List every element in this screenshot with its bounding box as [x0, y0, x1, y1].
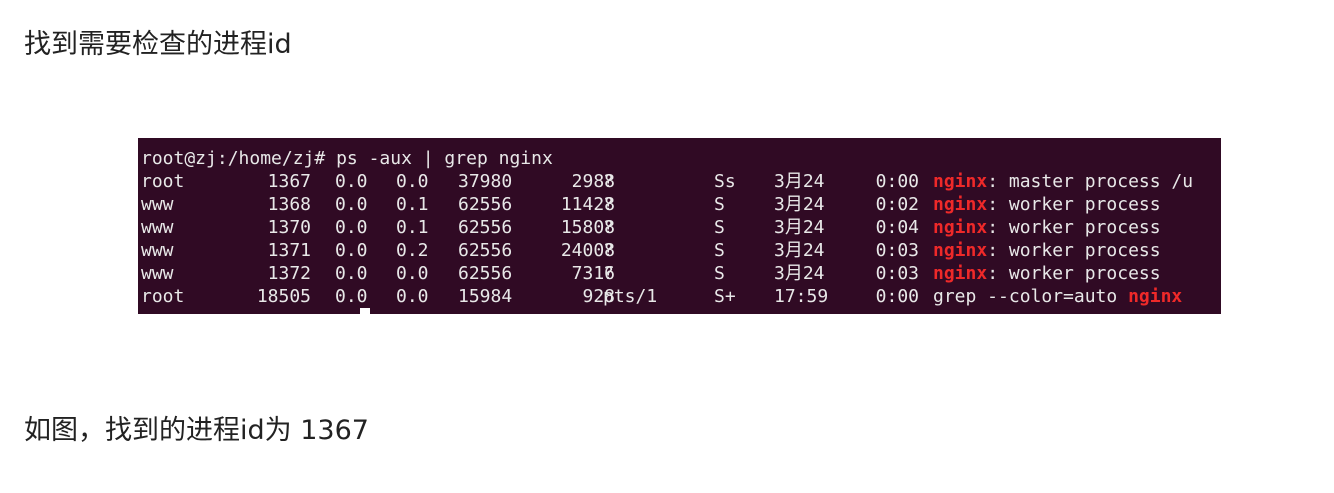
process-cpu: 0.0 — [335, 194, 368, 215]
process-command-match: nginx — [933, 240, 988, 261]
process-start: 3月24 — [774, 171, 825, 192]
process-time: 0:03 — [875, 240, 919, 261]
process-command-suffix: : master process /u — [987, 171, 1194, 192]
process-start: 3月24 — [774, 194, 825, 215]
terminal-screenshot: root@zj:/home/zj# ps -aux | grep nginx r… — [138, 138, 1221, 314]
process-command-prefix: grep --color=auto — [933, 286, 1129, 307]
process-command-suffix: : worker process — [987, 194, 1161, 215]
process-tty: ? — [603, 240, 614, 261]
process-user: root — [141, 171, 185, 192]
process-cpu: 0.0 — [335, 263, 368, 284]
process-mem: 0.0 — [396, 263, 429, 284]
process-command-match: nginx — [933, 171, 988, 192]
process-start: 17:59 — [774, 286, 829, 307]
page-caption: 如图，找到的进程id为 1367 — [24, 415, 369, 446]
process-mem: 0.2 — [396, 240, 429, 261]
process-user: root — [141, 286, 185, 307]
process-pid: 1370 — [267, 217, 311, 238]
process-stat: S — [714, 194, 725, 215]
process-time: 0:02 — [875, 194, 919, 215]
process-start: 3月24 — [774, 217, 825, 238]
process-user: www — [141, 217, 174, 238]
process-stat: Ss — [714, 171, 736, 192]
process-mem: 0.0 — [396, 286, 429, 307]
process-command: nginx: worker process — [933, 262, 1161, 285]
process-vsz: 62556 — [458, 240, 513, 261]
process-tty: pts/1 — [603, 286, 658, 307]
process-command-suffix: : worker process — [987, 240, 1161, 261]
process-row: www 1368 0.0 0.1 62556 11428? S 3月24 0:02 nginx: … — [138, 193, 1221, 216]
process-tty: ? — [603, 217, 614, 238]
process-pid: 1367 — [267, 171, 311, 192]
process-row: www 1372 0.0 0.0 62556 7316? S 3月24 0:03 nginx: w… — [138, 262, 1221, 285]
process-time: 0:00 — [875, 171, 919, 192]
process-tty: ? — [603, 263, 614, 284]
process-user: www — [141, 194, 174, 215]
process-command-suffix: : worker process — [987, 263, 1161, 284]
process-pid: 1372 — [267, 263, 311, 284]
process-command-suffix: : worker process — [987, 217, 1161, 238]
process-command-match: nginx — [933, 194, 988, 215]
process-row: root 18505 0.0 0.0 15984 928 pts/1 S+ 17:59 0:00 g… — [138, 285, 1221, 308]
terminal-command-line: root@zj:/home/zj# ps -aux | grep nginx — [141, 148, 553, 169]
process-mem: 0.0 — [396, 171, 429, 192]
process-row: www 1371 0.0 0.2 62556 24008? S 3月24 0:03 nginx: … — [138, 239, 1221, 262]
process-user: www — [141, 240, 174, 261]
process-stat: S — [714, 217, 725, 238]
process-stat: S — [714, 240, 725, 261]
process-time: 0:04 — [875, 217, 919, 238]
process-cpu: 0.0 — [335, 286, 368, 307]
process-tty: ? — [603, 194, 614, 215]
process-command-match: nginx — [933, 263, 988, 284]
process-start: 3月24 — [774, 263, 825, 284]
process-user: www — [141, 263, 174, 284]
process-vsz: 62556 — [458, 263, 513, 284]
process-vsz: 62556 — [458, 217, 513, 238]
process-vsz: 37980 — [458, 171, 513, 192]
process-command: nginx: worker process — [933, 216, 1161, 239]
process-cpu: 0.0 — [335, 217, 368, 238]
process-vsz: 62556 — [458, 194, 513, 215]
process-command: nginx: worker process — [933, 239, 1161, 262]
process-row: root 1367 0.0 0.0 37980 2988? Ss 3月24 0:00 nginx:… — [138, 170, 1221, 193]
process-row: www 1370 0.0 0.1 62556 15808? S 3月24 0:04 nginx: … — [138, 216, 1221, 239]
process-start: 3月24 — [774, 240, 825, 261]
process-mem: 0.1 — [396, 194, 429, 215]
process-time: 0:03 — [875, 263, 919, 284]
process-pid: 18505 — [256, 286, 311, 307]
process-pid: 1368 — [267, 194, 311, 215]
terminal-cursor — [360, 308, 370, 314]
process-command: nginx: worker process — [933, 193, 1161, 216]
page-heading: 找到需要检查的进程id — [24, 29, 292, 60]
process-time: 0:00 — [875, 286, 919, 307]
process-mem: 0.1 — [396, 217, 429, 238]
process-command: nginx: master process /u — [933, 170, 1193, 193]
process-vsz: 15984 — [458, 286, 513, 307]
process-stat: S — [714, 263, 725, 284]
process-command: grep --color=auto nginx — [933, 285, 1182, 308]
process-pid: 1371 — [267, 240, 311, 261]
process-command-match: nginx — [933, 217, 988, 238]
process-tty: ? — [603, 171, 614, 192]
process-cpu: 0.0 — [335, 171, 368, 192]
process-stat: S+ — [714, 286, 736, 307]
process-command-match: nginx — [1128, 286, 1183, 307]
process-cpu: 0.0 — [335, 240, 368, 261]
